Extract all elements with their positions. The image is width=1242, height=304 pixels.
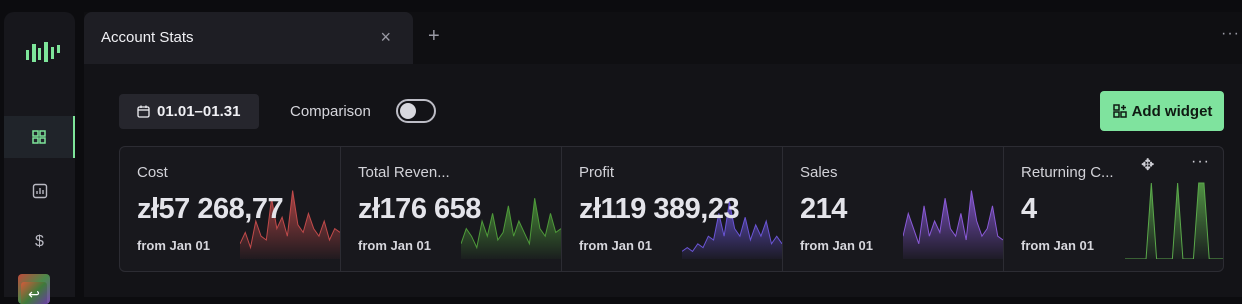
- card-value: zł176 658: [358, 193, 481, 225]
- stat-card-sales[interactable]: Sales 214 from Jan 01: [783, 147, 1004, 271]
- more-options-icon[interactable]: ···: [1191, 153, 1210, 171]
- card-tools: ✥ ···: [1135, 153, 1223, 175]
- stat-card-cost[interactable]: Cost zł57 268,77 from Jan 01: [120, 147, 341, 271]
- card-subtitle: from Jan 01: [1021, 238, 1094, 253]
- tab-label: Account Stats: [101, 29, 194, 46]
- add-tab-button[interactable]: +: [428, 26, 440, 46]
- logo-icon: [24, 36, 62, 70]
- card-value: 214: [800, 193, 847, 225]
- calendar-icon: [137, 105, 150, 118]
- sidebar-item-dashboard[interactable]: [4, 116, 75, 158]
- sidebar-item-finance[interactable]: $: [4, 221, 75, 263]
- add-widget-button[interactable]: Add widget: [1100, 91, 1224, 131]
- card-title: Sales: [800, 164, 838, 181]
- sparkline: [903, 190, 1003, 259]
- comparison-toggle[interactable]: [396, 99, 436, 123]
- user-avatar[interactable]: ↩: [18, 274, 50, 304]
- comparison-label: Comparison: [290, 103, 371, 120]
- main-area: Account Stats × + ··· 01.01–01.31 Compar…: [84, 12, 1242, 297]
- stat-card-returning-customers[interactable]: Returning C... 4 from Jan 01 ✥ ···: [1004, 147, 1223, 271]
- card-title: Cost: [137, 164, 168, 181]
- close-icon[interactable]: ×: [380, 28, 391, 46]
- tab-account-stats[interactable]: Account Stats ×: [84, 12, 413, 64]
- tab-bar: Account Stats × + ···: [84, 12, 1242, 64]
- date-range-label: 01.01–01.31: [157, 103, 241, 120]
- card-title: Total Reven...: [358, 164, 450, 181]
- toggle-knob: [400, 103, 416, 119]
- dashboard-content: 01.01–01.31 Comparison Add widget Cost z…: [84, 64, 1242, 297]
- card-value: zł57 268,77: [137, 193, 284, 225]
- card-value: 4: [1021, 193, 1037, 225]
- card-title: Profit: [579, 164, 615, 181]
- card-value: zł119 389,23: [579, 193, 740, 225]
- dollar-icon: $: [35, 233, 44, 250]
- card-subtitle: from Jan 01: [800, 238, 873, 253]
- stat-card-profit[interactable]: Profit zł119 389,23 from Jan 01: [562, 147, 783, 271]
- dashboard-grid-icon: [31, 130, 46, 144]
- date-range-button[interactable]: 01.01–01.31: [119, 94, 259, 129]
- bar-chart-icon: [32, 183, 47, 199]
- user-avatar-icon: ↩: [28, 285, 40, 302]
- card-subtitle: from Jan 01: [137, 238, 210, 253]
- more-icon[interactable]: ···: [1221, 25, 1240, 43]
- stats-cards: Cost zł57 268,77 from Jan 01 Total Reven…: [119, 146, 1224, 272]
- sparkline: [1125, 182, 1223, 259]
- add-widget-label: Add widget: [1131, 102, 1213, 120]
- stat-card-total-revenue[interactable]: Total Reven... zł176 658 from Jan 01: [341, 147, 562, 271]
- sidebar-item-reports[interactable]: [4, 170, 75, 212]
- add-widget-icon: [1112, 104, 1127, 118]
- card-subtitle: from Jan 01: [358, 238, 431, 253]
- move-icon[interactable]: ✥: [1141, 155, 1154, 175]
- card-subtitle: from Jan 01: [579, 238, 652, 253]
- sidebar: $ ↩: [4, 12, 75, 304]
- card-title: Returning C...: [1021, 164, 1114, 181]
